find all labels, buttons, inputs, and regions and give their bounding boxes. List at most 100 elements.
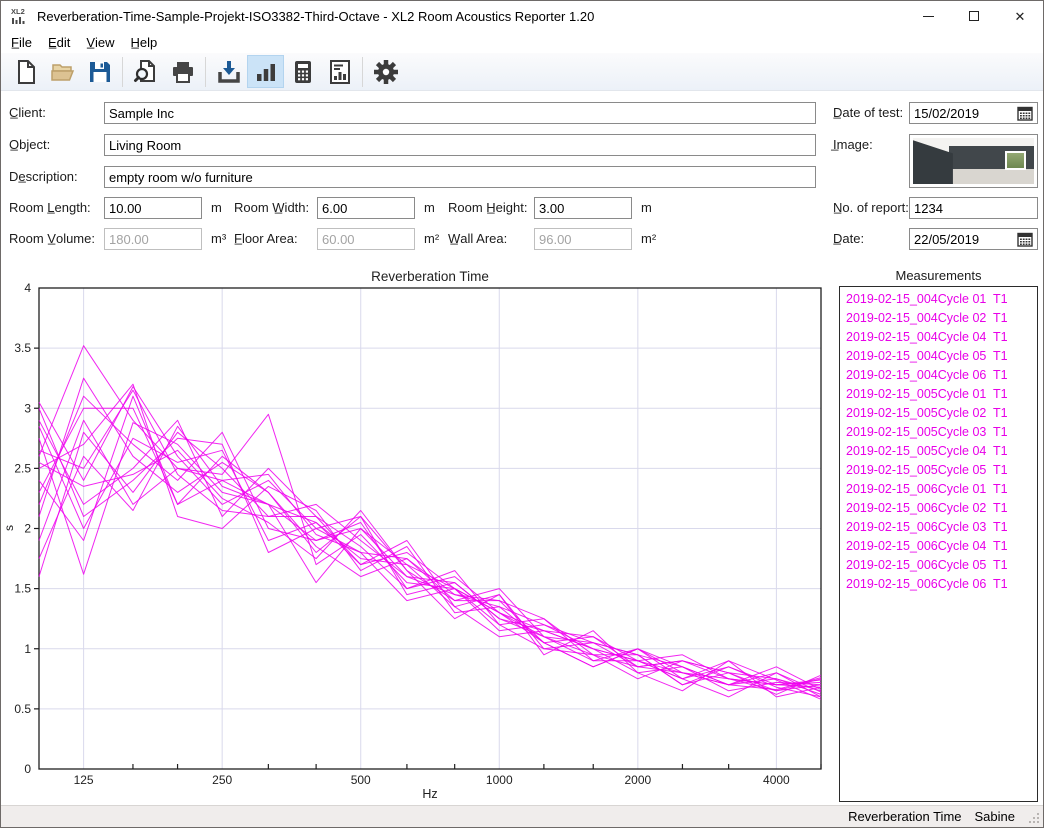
chart-view-button[interactable]	[247, 55, 284, 88]
chart-xlabel: Hz	[422, 787, 437, 801]
menu-edit[interactable]: E̲dit	[40, 33, 78, 52]
measurement-name: 2019-02-15_006Cycle 05	[846, 558, 993, 572]
print-preview-button[interactable]	[127, 55, 164, 88]
measurement-item[interactable]: 2019-02-15_005Cycle 04T1	[840, 441, 1037, 460]
measurement-item[interactable]: 2019-02-15_005Cycle 01T1	[840, 384, 1037, 403]
menu-view[interactable]: V̲iew	[78, 33, 122, 52]
bar-chart-icon	[253, 59, 279, 85]
measurement-name: 2019-02-15_004Cycle 02	[846, 311, 993, 325]
new-file-button[interactable]	[7, 55, 44, 88]
menu-bar: F̲ile E̲dit V̲iew H̲elp	[1, 31, 1043, 53]
minimize-button[interactable]	[905, 1, 951, 31]
measurement-name: 2019-02-15_005Cycle 05	[846, 463, 993, 477]
measurement-item[interactable]: 2019-02-15_004Cycle 04T1	[840, 327, 1037, 346]
measurement-item[interactable]: 2019-02-15_005Cycle 02T1	[840, 403, 1037, 422]
room-height-unit: m	[641, 197, 652, 219]
printer-icon	[170, 59, 196, 85]
app-window: XL2 Reverberation-Time-Sample-Projekt-IS…	[0, 0, 1044, 828]
status-method: Sabine	[975, 809, 1015, 824]
measurement-type: T1	[993, 539, 1008, 553]
client-input[interactable]	[104, 102, 816, 124]
measurement-type: T1	[993, 349, 1008, 363]
chart-ylabel: s	[2, 525, 16, 531]
room-width-unit: m	[424, 197, 435, 219]
measurement-item[interactable]: 2019-02-15_004Cycle 01T1	[840, 289, 1037, 308]
measurement-name: 2019-02-15_005Cycle 03	[846, 425, 993, 439]
measurement-item[interactable]: 2019-02-15_004Cycle 06T1	[840, 365, 1037, 384]
measurement-item[interactable]: 2019-02-15_006Cycle 05T1	[840, 555, 1037, 574]
measurement-item[interactable]: 2019-02-15_005Cycle 03T1	[840, 422, 1037, 441]
measurement-type: T1	[993, 577, 1008, 591]
status-view-mode: Reverberation Time	[848, 809, 961, 824]
print-button[interactable]	[164, 55, 201, 88]
svg-text:XL2: XL2	[11, 7, 25, 16]
status-bar: Reverberation Time Sabine	[1, 805, 1043, 827]
report-no-label: N̲o. of report:	[833, 197, 909, 219]
calendar-icon	[1017, 232, 1033, 247]
xl2-app-icon: XL2	[10, 6, 30, 26]
measurement-name: 2019-02-15_004Cycle 06	[846, 368, 993, 382]
date-of-test-calendar-button[interactable]	[1013, 103, 1037, 123]
settings-button[interactable]	[367, 55, 404, 88]
room-width-input[interactable]	[317, 197, 415, 219]
svg-text:2000: 2000	[624, 773, 651, 787]
measurement-type: T1	[993, 311, 1008, 325]
save-button[interactable]	[81, 55, 118, 88]
toolbar	[1, 53, 1043, 91]
measurement-name: 2019-02-15_005Cycle 04	[846, 444, 993, 458]
measurements-title: Measurements	[839, 268, 1038, 283]
menu-file[interactable]: F̲ile	[3, 33, 40, 52]
new-file-icon	[13, 59, 39, 85]
room-length-input[interactable]	[104, 197, 202, 219]
floor-area-label: F̲loor Area:	[234, 228, 298, 250]
client-label: C̲lient:	[9, 102, 46, 124]
measurement-item[interactable]: 2019-02-15_006Cycle 02T1	[840, 498, 1037, 517]
print-preview-icon	[133, 59, 159, 85]
measurement-type: T1	[993, 425, 1008, 439]
measurement-name: 2019-02-15_006Cycle 03	[846, 520, 993, 534]
main-content: C̲lient: D̲ate of test: O̲bject: I̲mage:	[1, 91, 1043, 805]
room-volume-output	[104, 228, 202, 250]
date-label: D̲ate:	[833, 228, 864, 250]
resize-grip[interactable]	[1028, 812, 1040, 824]
report-no-input[interactable]	[909, 197, 1038, 219]
report-icon	[327, 59, 353, 85]
date-field	[909, 228, 1038, 250]
save-icon	[87, 59, 113, 85]
window-title: Reverberation-Time-Sample-Projekt-ISO338…	[37, 9, 594, 24]
gear-icon	[372, 58, 400, 86]
svg-text:250: 250	[212, 773, 232, 787]
measurement-item[interactable]: 2019-02-15_004Cycle 05T1	[840, 346, 1037, 365]
svg-text:3: 3	[24, 401, 31, 415]
import-button[interactable]	[210, 55, 247, 88]
measurement-item[interactable]: 2019-02-15_006Cycle 06T1	[840, 574, 1037, 593]
room-height-input[interactable]	[534, 197, 632, 219]
measurement-item[interactable]: 2019-02-15_005Cycle 05T1	[840, 460, 1037, 479]
date-input[interactable]	[910, 229, 1013, 249]
maximize-button[interactable]	[951, 1, 997, 31]
measurement-item[interactable]: 2019-02-15_006Cycle 03T1	[840, 517, 1037, 536]
room-image-thumbnail[interactable]	[909, 134, 1038, 188]
open-button[interactable]	[44, 55, 81, 88]
measurements-list[interactable]: 2019-02-15_004Cycle 01T12019-02-15_004Cy…	[839, 286, 1038, 802]
measurement-item[interactable]: 2019-02-15_006Cycle 01T1	[840, 479, 1037, 498]
measurement-item[interactable]: 2019-02-15_006Cycle 04T1	[840, 536, 1037, 555]
title-bar: XL2 Reverberation-Time-Sample-Projekt-IS…	[1, 1, 1043, 31]
close-button[interactable]: ✕	[997, 1, 1043, 31]
toolbar-separator	[362, 57, 363, 87]
description-input[interactable]	[104, 166, 816, 188]
menu-help[interactable]: H̲elp	[123, 33, 166, 52]
floor-area-unit: m²	[424, 228, 439, 250]
chart-title: Reverberation Time	[371, 269, 489, 284]
photo-left-wall	[913, 140, 953, 184]
measurement-name: 2019-02-15_005Cycle 01	[846, 387, 993, 401]
object-input[interactable]	[104, 134, 816, 156]
calculator-button[interactable]	[284, 55, 321, 88]
measurement-item[interactable]: 2019-02-15_004Cycle 02T1	[840, 308, 1037, 327]
svg-text:1.5: 1.5	[14, 582, 31, 596]
date-of-test-input[interactable]	[910, 103, 1013, 123]
description-label: De̲scription:	[9, 166, 78, 188]
measurement-name: 2019-02-15_006Cycle 04	[846, 539, 993, 553]
date-calendar-button[interactable]	[1013, 229, 1037, 249]
report-button[interactable]	[321, 55, 358, 88]
